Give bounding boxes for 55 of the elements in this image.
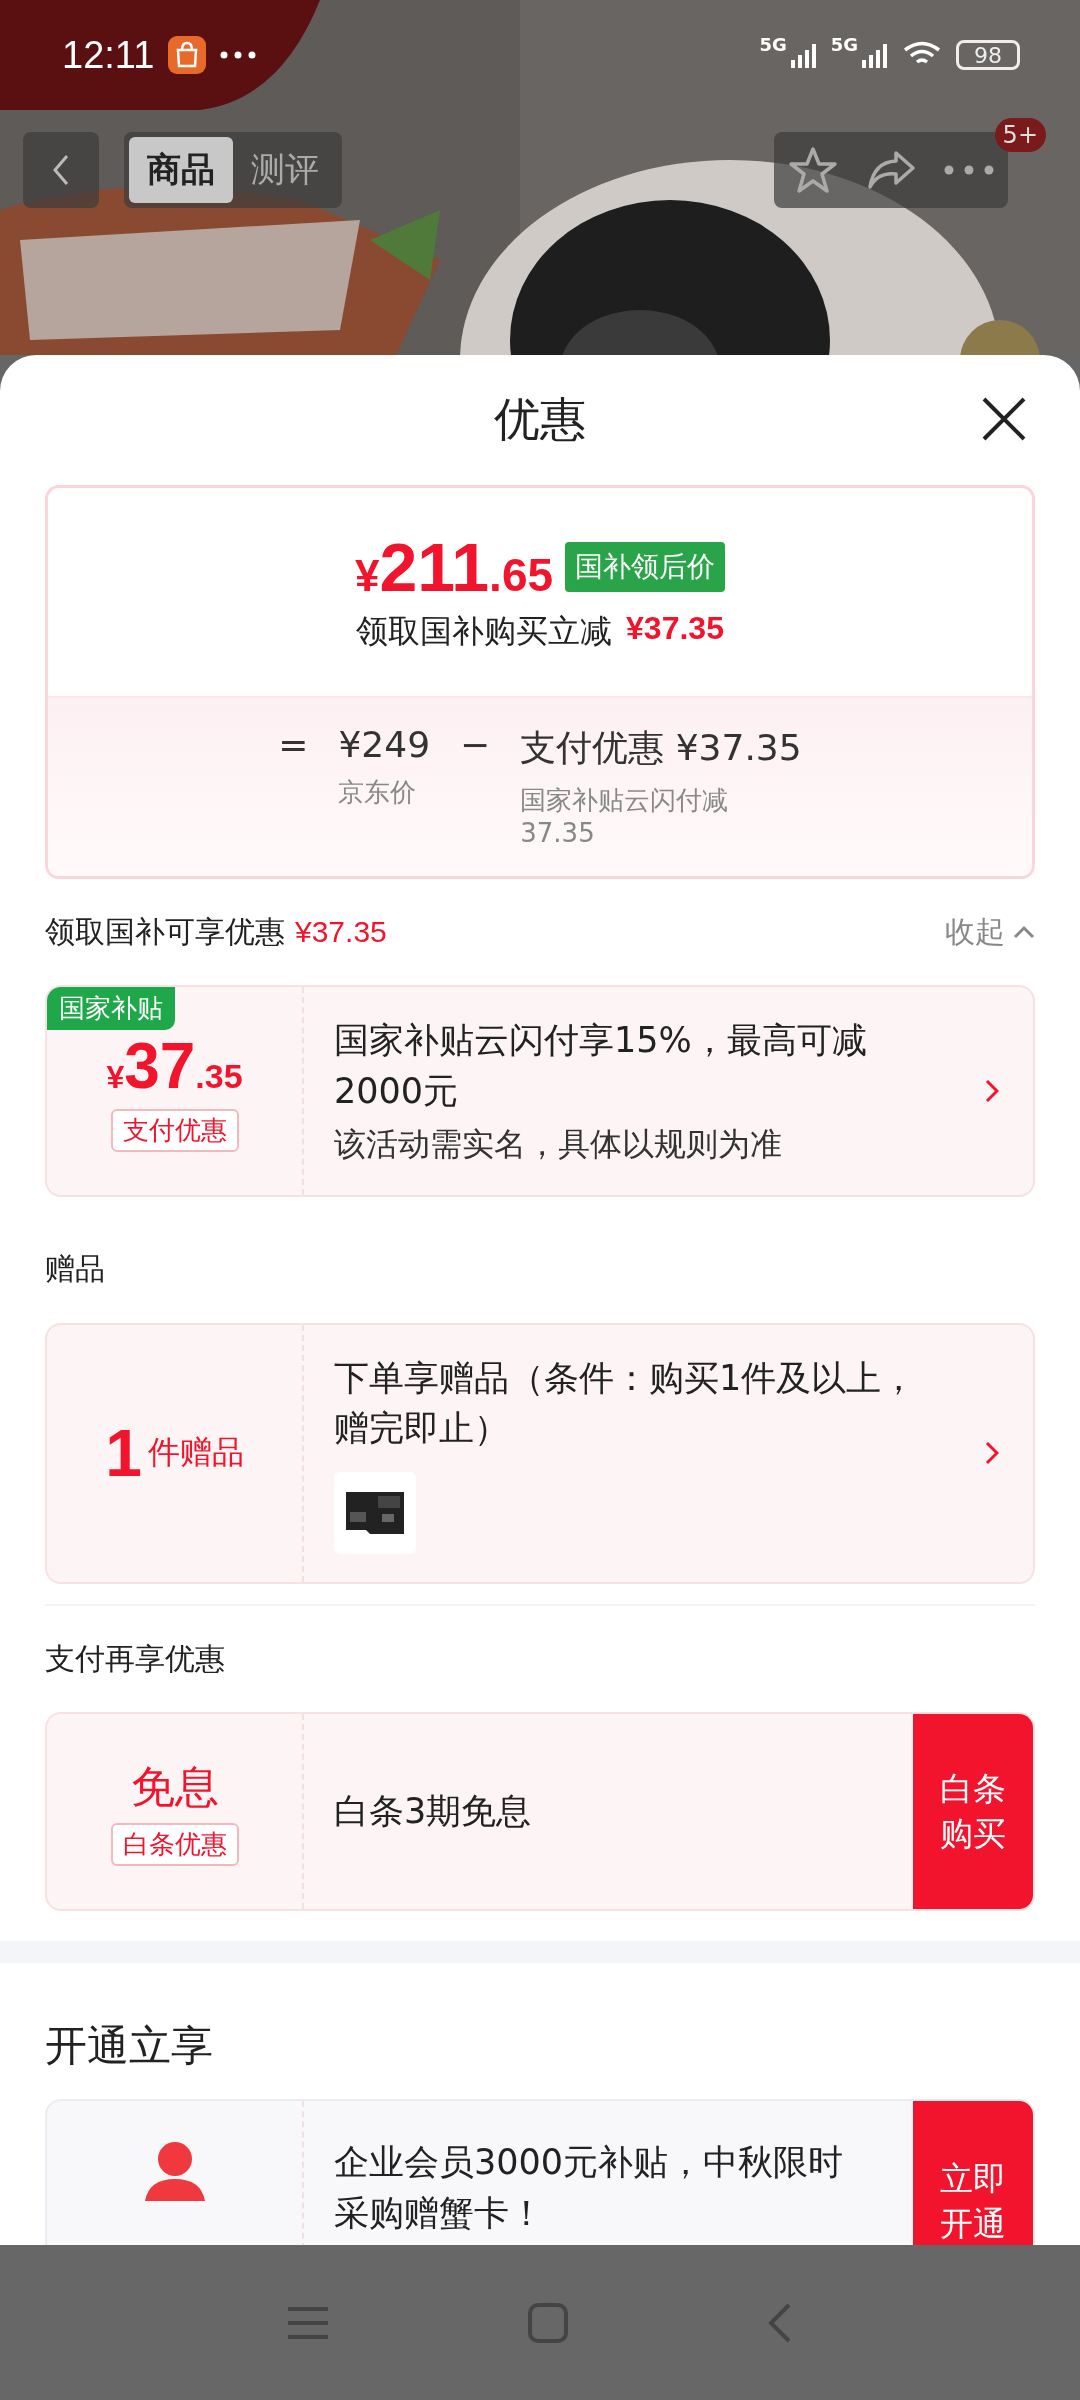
tab[interactable]: 商品 — [129, 137, 233, 203]
person-icon — [142, 2141, 207, 2203]
sheet-title: 优惠 — [494, 391, 586, 448]
back-icon — [52, 154, 70, 186]
share-icon — [866, 150, 916, 190]
signal-icon — [790, 42, 817, 68]
base-price: ¥249 — [338, 724, 431, 765]
price-tag: 国补领后价 — [565, 542, 726, 592]
saving-label: 领取国补购买立减 — [356, 611, 613, 652]
collapse-toggle[interactable]: 收起 — [945, 911, 1035, 953]
chevron-right-icon[interactable] — [985, 1441, 999, 1466]
section-heading: 领取国补可享优惠 — [45, 912, 285, 951]
section-value: ¥37.35 — [295, 915, 387, 949]
offer-amount: 免息 — [130, 1759, 219, 1814]
action-button[interactable]: 立即开通 — [913, 2101, 1033, 2245]
base-price-label: 京东价 — [338, 776, 418, 809]
shopping-bag-icon — [168, 36, 207, 74]
offer-card[interactable]: 国家补贴 ¥37.35 支付优惠 国家补贴云闪付享15%，最高可减2000元 该活动需实名，具体以规则为准 — [45, 985, 1035, 1197]
signal-icon — [862, 42, 888, 68]
final-price: ¥211.65 — [354, 528, 554, 606]
discount-value: 支付优惠 ¥37.35 — [520, 726, 802, 770]
action-button[interactable]: 白条购买 — [913, 1714, 1033, 1909]
chevron-right-icon[interactable] — [985, 1078, 999, 1103]
star-icon — [788, 146, 838, 194]
discount-amount: ¥37.35 — [106, 1029, 243, 1104]
close-button[interactable] — [980, 395, 1028, 443]
offer-title: 白条3期免息 — [334, 1790, 533, 1834]
offer-title: 下单享赠品（条件：购买1件及以上，赠完即止） — [334, 1356, 918, 1451]
gift-unit: 件赠品 — [147, 1432, 244, 1474]
network-type: 5G — [830, 34, 858, 55]
back-button[interactable] — [23, 132, 99, 208]
offer-title: 国家补贴云闪付享15%，最高可减2000元 — [334, 1019, 868, 1113]
network-type: 5G — [759, 34, 787, 55]
offer-title: 企业会员3000元补贴，中秋限时采购赠蟹卡！ — [334, 2141, 845, 2235]
tab[interactable]: 测评 — [233, 137, 337, 203]
section-heading: 支付再享优惠 — [45, 1639, 225, 1678]
notification-badge: 5+ — [994, 118, 1046, 152]
chevron-icon — [1013, 925, 1035, 939]
section-heading: 赠品 — [45, 1250, 105, 1288]
offer-card[interactable]: 免息 白条优惠 白条3期免息 白条购买 — [45, 1712, 1035, 1911]
more-icon — [944, 165, 994, 175]
offer-card[interactable]: 企业会员3000元补贴，中秋限时采购赠蟹卡！ 立即开通 — [45, 2099, 1035, 2245]
more-icon — [220, 51, 257, 59]
discount-label: 国家补贴云闪付减37.35 — [520, 784, 730, 848]
offer-note: 该活动需实名，具体以规则为准 — [334, 1123, 783, 1165]
section-heading: 开通立享 — [45, 2020, 213, 2072]
saving-value: ¥37.35 — [626, 610, 724, 648]
minus-sign: − — [460, 724, 491, 767]
status-time: 12:11 — [62, 33, 155, 77]
gift-count: 1 — [105, 1415, 142, 1492]
battery-level: 98 — [956, 40, 1020, 70]
discount-label: 支付优惠 — [110, 1109, 239, 1153]
equals-sign: = — [278, 724, 309, 767]
offer-label: 白条优惠 — [110, 1822, 239, 1866]
subsidy-tag: 国家补贴 — [47, 987, 175, 1030]
